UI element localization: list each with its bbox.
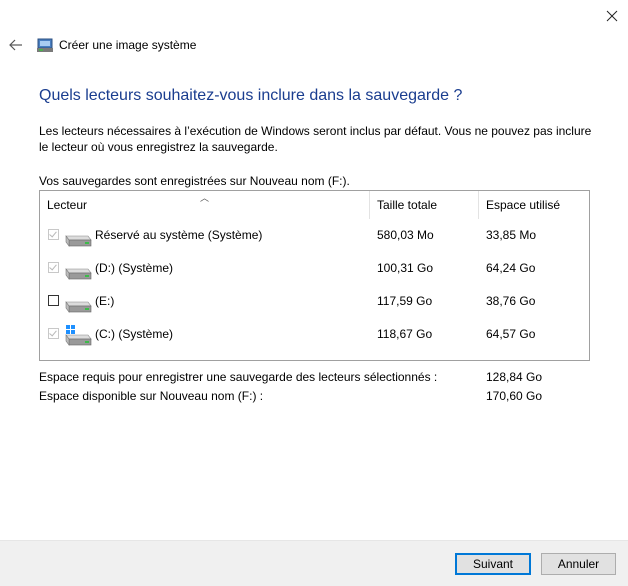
drive-total-size: 100,31 Go: [377, 261, 434, 275]
drive-icon: [65, 235, 92, 247]
back-arrow-icon: [9, 39, 22, 51]
drive-used-space: 33,85 Mo: [486, 228, 537, 242]
drive-total-size: 117,59 Go: [377, 294, 433, 308]
column-header-used-space[interactable]: Espace utilisé: [479, 191, 589, 219]
cancel-button[interactable]: Annuler: [541, 553, 616, 575]
next-button[interactable]: Suivant: [455, 553, 531, 575]
close-icon: [606, 10, 618, 22]
description-text: Les lecteurs nécessaires à l’exécution d…: [39, 124, 592, 154]
dialog-footer: Suivant Annuler: [0, 540, 628, 586]
back-button[interactable]: [8, 37, 24, 53]
available-space-value: 170,60 Go: [486, 389, 543, 403]
table-row[interactable]: (E:) 117,59 Go 38,76 Go: [40, 287, 589, 320]
drive-used-space: 64,24 Go: [486, 261, 536, 275]
drive-used-space: 38,76 Go: [486, 294, 536, 308]
backup-location-text: Vos sauvegardes sont enregistrées sur No…: [39, 174, 350, 188]
drive-name: (E:): [95, 294, 115, 308]
window-title: Créer une image système: [59, 38, 197, 52]
table-row[interactable]: (C:) (Système) 118,67 Go 64,57 Go: [40, 320, 589, 353]
required-space-value: 128,84 Go: [486, 370, 543, 384]
column-header-total-size[interactable]: Taille totale: [370, 191, 479, 219]
drive-checkbox: [48, 328, 59, 339]
drives-table: ︿ Lecteur Taille totale Espace utilisé R…: [39, 190, 590, 361]
drive-checkbox: [48, 262, 59, 273]
sort-up-icon: ︿: [200, 193, 210, 203]
drive-used-space: 64,57 Go: [486, 327, 536, 341]
page-heading: Quels lecteurs souhaitez-vous inclure da…: [39, 87, 463, 104]
drive-name: Réservé au système (Système): [95, 228, 263, 242]
drive-total-size: 580,03 Mo: [377, 228, 434, 242]
drive-icon: [65, 268, 92, 280]
available-space-label: Espace disponible sur Nouveau nom (F:) :: [39, 389, 264, 403]
column-header-drive[interactable]: ︿ Lecteur: [40, 191, 370, 219]
table-row[interactable]: (D:) (Système) 100,31 Go 64,24 Go: [40, 254, 589, 287]
drive-checkbox[interactable]: [48, 295, 59, 306]
table-row[interactable]: Réservé au système (Système) 580,03 Mo 3…: [40, 221, 589, 254]
drive-total-size: 118,67 Go: [377, 327, 433, 341]
drive-name: (D:) (Système): [95, 261, 173, 275]
close-button[interactable]: [600, 6, 622, 26]
drive-checkbox: [48, 229, 59, 240]
drive-icon: [65, 301, 92, 313]
required-space-label: Espace requis pour enregistrer une sauve…: [39, 370, 438, 384]
system-image-icon: [36, 36, 54, 54]
windows-drive-icon: [65, 325, 92, 346]
drive-name: (C:) (Système): [95, 327, 173, 341]
table-header: ︿ Lecteur Taille totale Espace utilisé: [40, 191, 589, 219]
